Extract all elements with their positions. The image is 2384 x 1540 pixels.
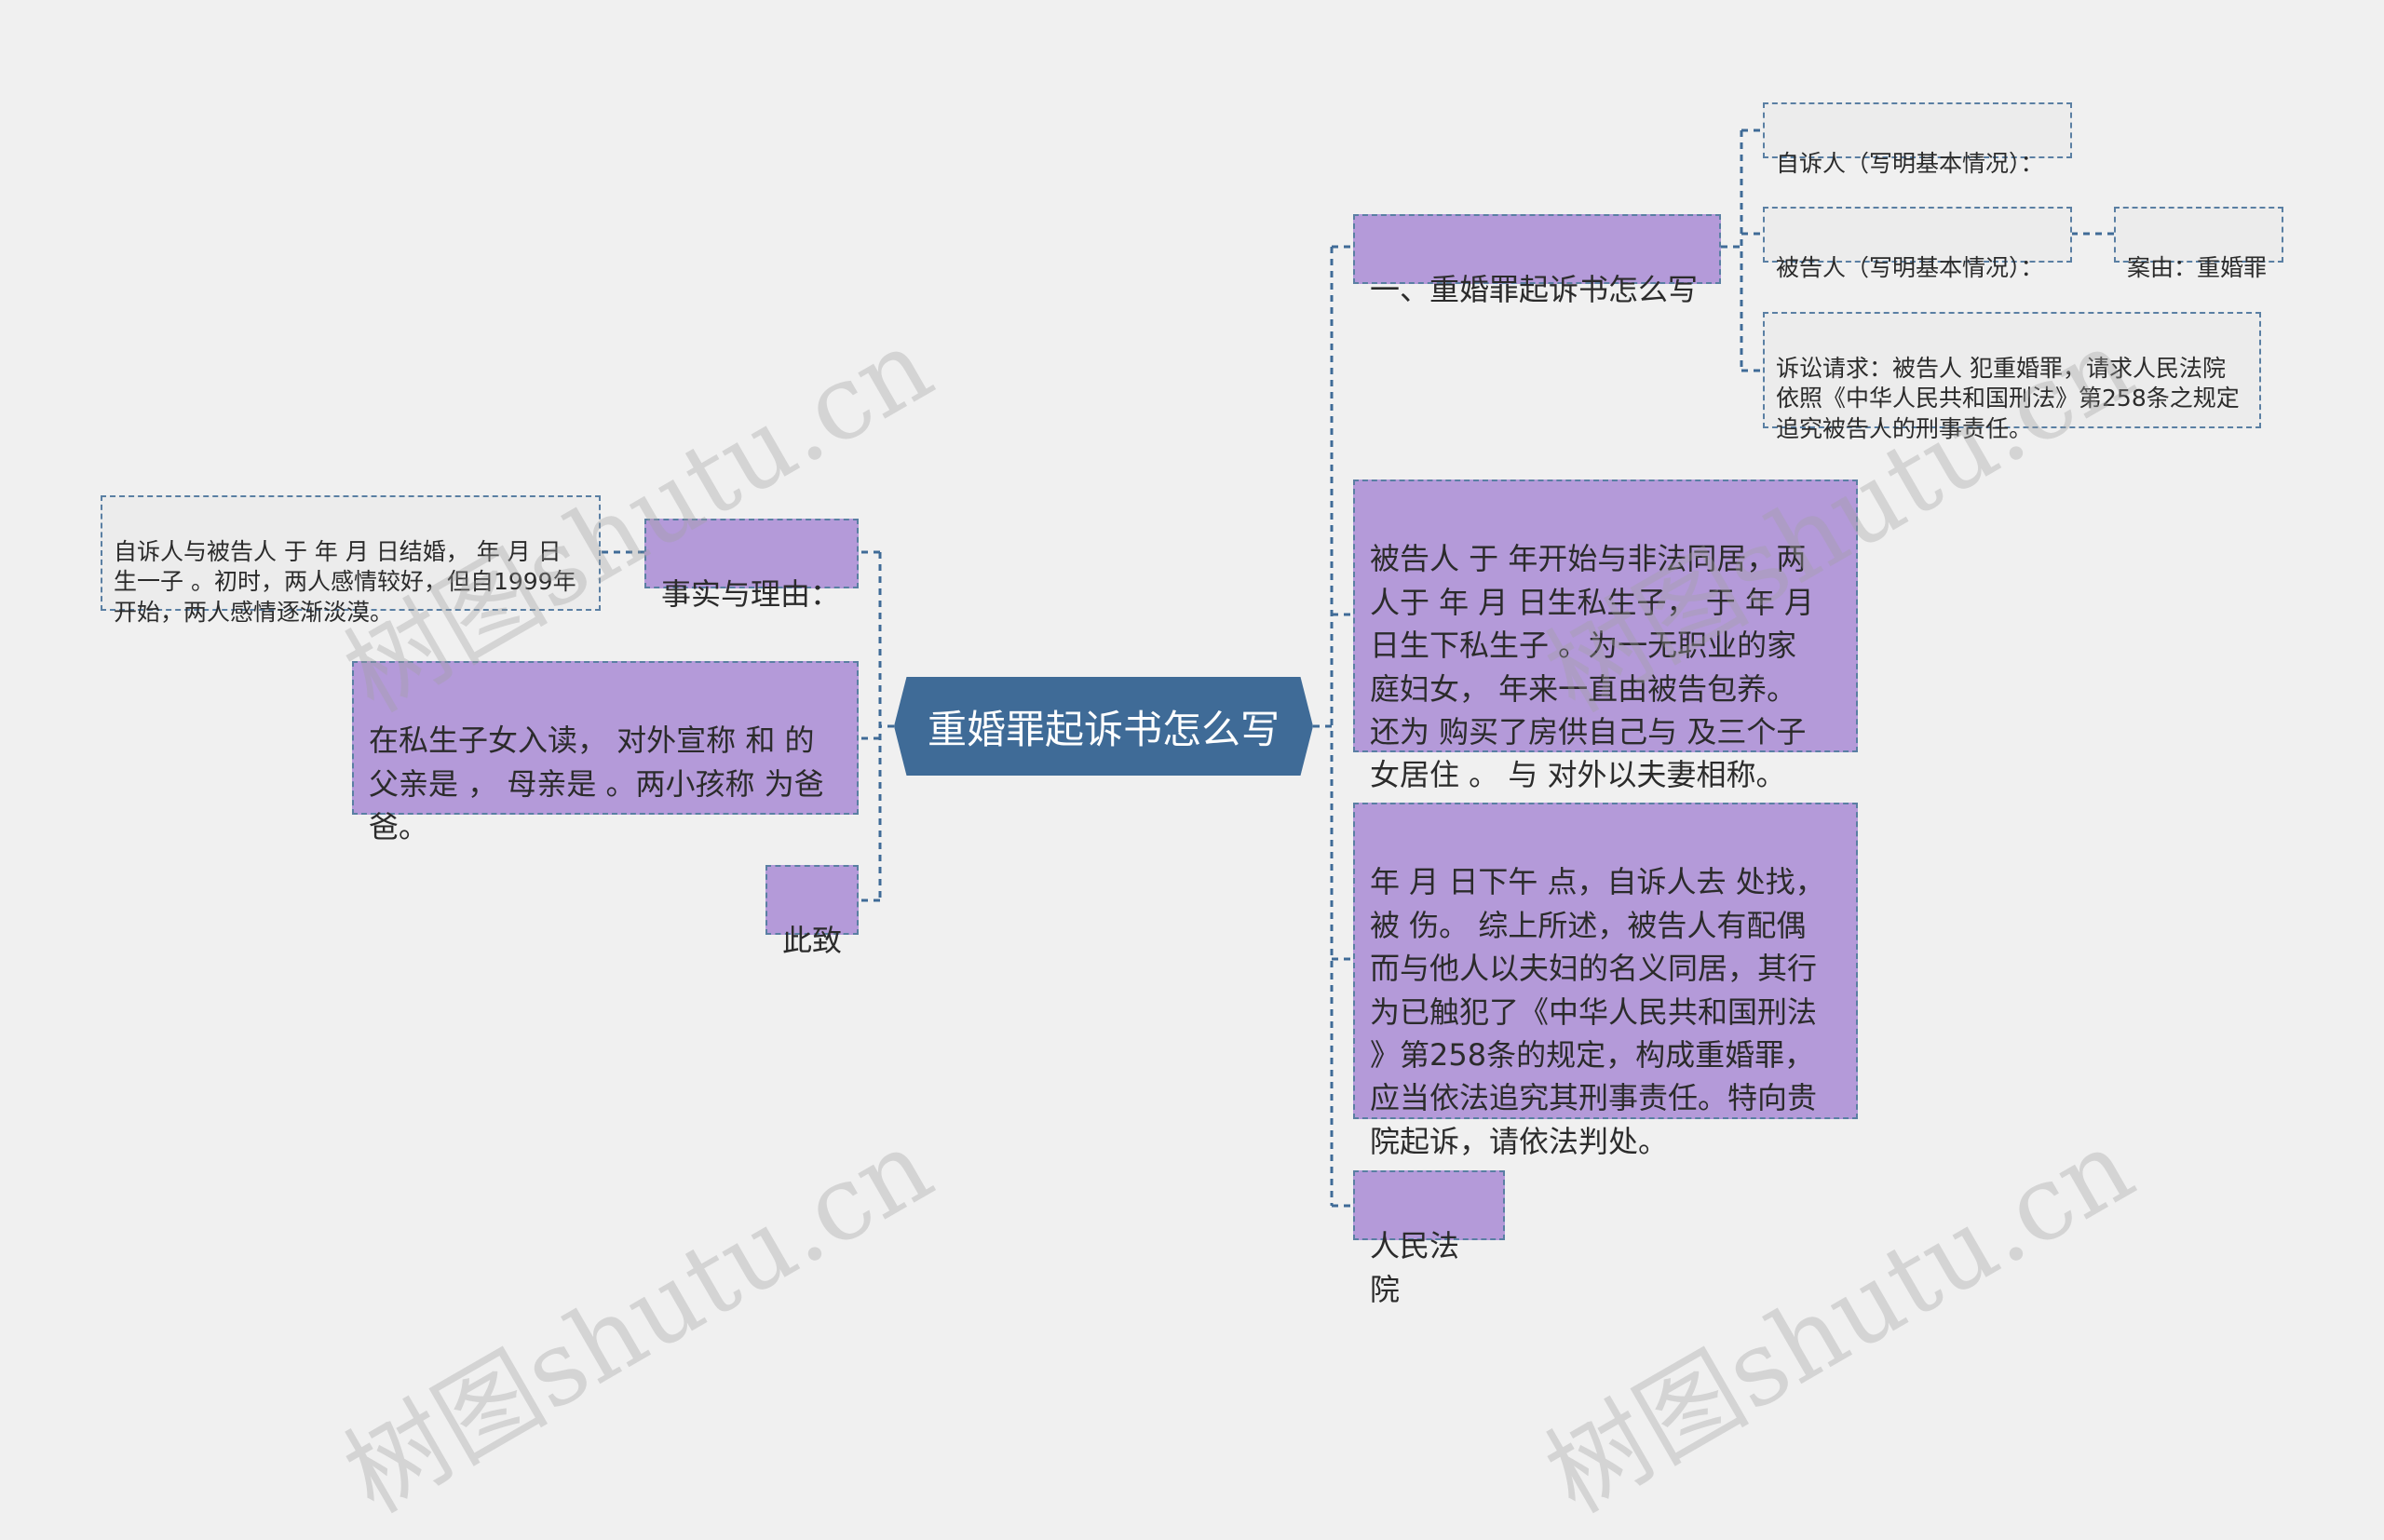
incident-label: 年 月 日下午 点，自诉人去 处找， 被 伤。 综上所述，被告人有配偶 而与他人… — [1370, 864, 1825, 1159]
court-node[interactable]: 人民法院 — [1353, 1170, 1505, 1307]
cohabit-node[interactable]: 被告人 于 年开始与非法同居，两 人于 年 月 日生私生子， 于 年 月 日生下… — [1353, 480, 1858, 792]
case-node[interactable]: 案由：重婚罪 — [2114, 207, 2283, 281]
central-topic[interactable]: 重婚罪起诉书怎么写 — [894, 677, 1313, 776]
facts-node[interactable]: 事实与理由： — [644, 519, 859, 612]
cohabit-label: 被告人 于 年开始与非法同居，两 人于 年 月 日生私生子， 于 年 月 日生下… — [1370, 541, 1815, 793]
defendant-label: 被告人（写明基本情况）： — [1776, 254, 2044, 282]
closing-node[interactable]: 此致 — [765, 865, 859, 958]
central-topic-label: 重婚罪起诉书怎么写 — [927, 706, 1280, 752]
case-label: 案由：重婚罪 — [2127, 254, 2268, 282]
section1-label: 一、重婚罪起诉书怎么写 — [1370, 272, 1699, 308]
defendant-node[interactable]: 被告人（写明基本情况）： — [1763, 207, 2072, 281]
section1-node[interactable]: 一、重婚罪起诉书怎么写 — [1353, 214, 1721, 307]
plaintiff-label: 自诉人（写明基本情况）： — [1776, 150, 2044, 178]
connector-section1-leaves — [1721, 130, 1743, 371]
request-node[interactable]: 诉讼请求：被告人 犯重婚罪，请求人民法院 依照《中华人民共和国刑法》第258条之… — [1763, 312, 2261, 442]
facts-detail-node[interactable]: 自诉人与被告人 于 年 月 日结婚， 年 月 日 生一子 。初时，两人感情较好，… — [101, 495, 601, 626]
closing-label: 此致 — [782, 923, 843, 959]
facts-label: 事实与理由： — [661, 576, 841, 613]
incident-node[interactable]: 年 月 日下午 点，自诉人去 处找， 被 伤。 综上所述，被告人有配偶 而与他人… — [1353, 803, 1858, 1159]
plaintiff-node[interactable]: 自诉人（写明基本情况）： — [1763, 102, 2072, 177]
mindmap-canvas: 重婚罪起诉书怎么写 一、重婚罪起诉书怎么写 自诉人（写明基本情况）： 被告人（写… — [0, 0, 2384, 1535]
children-node[interactable]: 在私生子女入读， 对外宣称 和 的 父亲是 ， 母亲是 。两小孩称 为爸 爸。 — [352, 661, 859, 844]
